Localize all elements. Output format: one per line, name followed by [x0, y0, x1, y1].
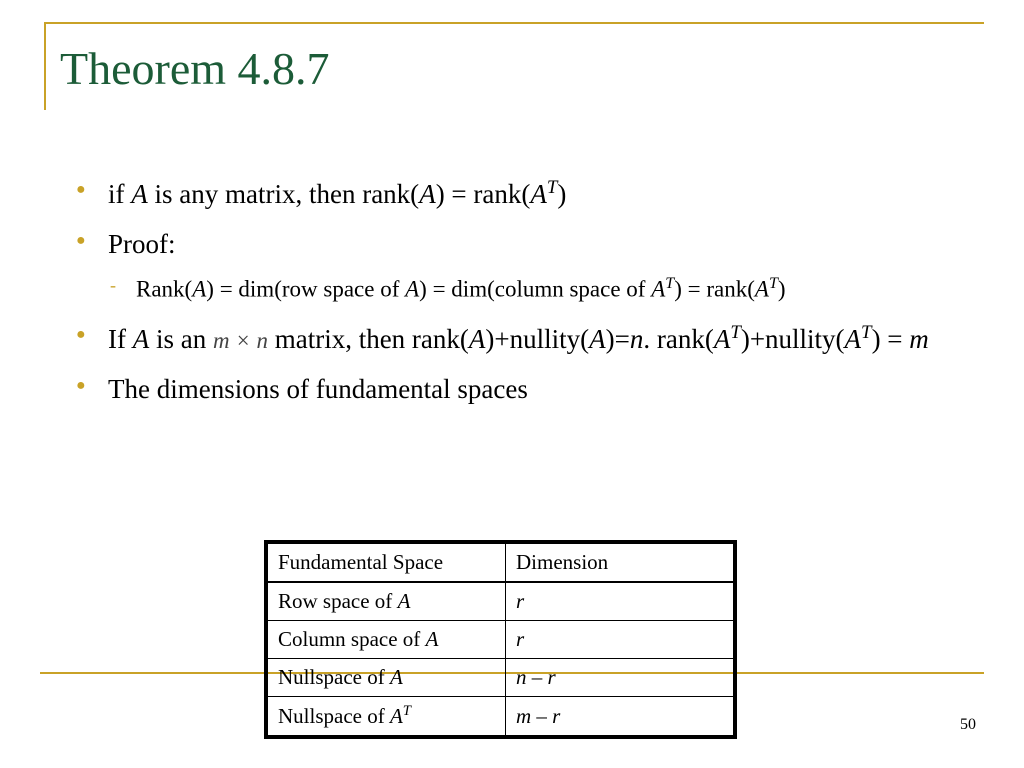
var-n: n: [516, 665, 527, 689]
sup-t: T: [665, 275, 674, 292]
var-a: A: [133, 324, 150, 354]
fundamental-spaces-table: Fundamental Space Dimension Row space of…: [264, 540, 737, 739]
text: ) = rank(: [436, 179, 531, 209]
text: Rank(: [136, 277, 192, 302]
var-a: A: [192, 277, 206, 302]
table-row: Row space of A r: [268, 582, 734, 621]
cell-dim: m – r: [506, 697, 734, 736]
text: )=: [606, 324, 630, 354]
cell-dim: r: [506, 582, 734, 621]
cell-space: Nullspace of AT: [268, 697, 506, 736]
border-top: [44, 22, 984, 24]
slide-content: if A is any matrix, then rank(A) = rank(…: [76, 175, 964, 422]
text: If: [108, 324, 133, 354]
table-row: Nullspace of AT m – r: [268, 697, 734, 736]
text: Row space of: [278, 589, 398, 613]
text: ) = dim(row space of: [206, 277, 405, 302]
text: )+nullity(: [485, 324, 589, 354]
var-a: A: [419, 179, 436, 209]
var-m: m: [909, 324, 929, 354]
cell-dim: n – r: [506, 659, 734, 697]
cell-space: Column space of A: [268, 621, 506, 659]
var-a: A: [845, 324, 862, 354]
text: Nullspace of: [278, 704, 390, 728]
var-a: A: [469, 324, 486, 354]
header-space: Fundamental Space: [268, 544, 506, 583]
page-number: 50: [960, 716, 976, 734]
border-left: [44, 22, 46, 110]
sub-bullet-proof-chain: Rank(A) = dim(row space of A) = dim(colu…: [108, 273, 964, 306]
mxn: m × n: [213, 328, 268, 353]
var-a: A: [589, 324, 606, 354]
cell-space: Row space of A: [268, 582, 506, 621]
text: is an: [149, 324, 213, 354]
var-a: A: [131, 179, 148, 209]
text: –: [527, 665, 548, 689]
text: Nullspace of: [278, 665, 390, 689]
text: Column space of: [278, 627, 426, 651]
var-a: A: [651, 277, 665, 302]
text: –: [531, 704, 552, 728]
sup-t: T: [730, 322, 741, 343]
sup-t: T: [769, 275, 778, 292]
text: matrix, then rank(: [268, 324, 469, 354]
var-a: A: [755, 277, 769, 302]
var-n: n: [630, 324, 644, 354]
sup-t: T: [547, 177, 558, 198]
text: ): [778, 277, 786, 302]
cell-dim: r: [506, 621, 734, 659]
cell-space: Nullspace of A: [268, 659, 506, 697]
var-a: A: [405, 277, 419, 302]
bullet-rank-nullity: If A is an m × n matrix, then rank(A)+nu…: [76, 320, 964, 357]
text: if: [108, 179, 131, 209]
var-r: r: [516, 589, 524, 613]
table-row: Column space of A r: [268, 621, 734, 659]
var-a: A: [530, 179, 547, 209]
sup-t: T: [403, 703, 411, 719]
header-dimension: Dimension: [506, 544, 734, 583]
var-a: A: [390, 704, 403, 728]
slide-title: Theorem 4.8.7: [60, 42, 330, 95]
text: Proof:: [108, 229, 176, 259]
text: The dimensions of fundamental spaces: [108, 374, 528, 404]
var-a: A: [714, 324, 731, 354]
table-row: Nullspace of A n – r: [268, 659, 734, 697]
var-a: A: [426, 627, 439, 651]
text: )+nullity(: [741, 324, 845, 354]
bullet-dimensions: The dimensions of fundamental spaces: [76, 371, 964, 407]
text: ) = dim(column space of: [419, 277, 651, 302]
text: ) =: [872, 324, 910, 354]
table-header-row: Fundamental Space Dimension: [268, 544, 734, 583]
var-a: A: [398, 589, 411, 613]
sup-t: T: [861, 322, 872, 343]
var-a: A: [390, 665, 403, 689]
var-m: m: [516, 704, 531, 728]
var-r: r: [548, 665, 556, 689]
var-r: r: [552, 704, 560, 728]
text: . rank(: [643, 324, 713, 354]
text: ): [557, 179, 566, 209]
bullet-rank-equality: if A is any matrix, then rank(A) = rank(…: [76, 175, 964, 212]
text: is any matrix, then rank(: [148, 179, 419, 209]
bullet-proof: Proof: Rank(A) = dim(row space of A) = d…: [76, 226, 964, 305]
var-r: r: [516, 627, 524, 651]
text: ) = rank(: [674, 277, 755, 302]
